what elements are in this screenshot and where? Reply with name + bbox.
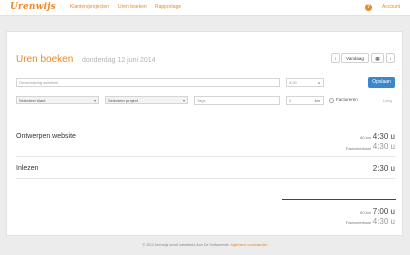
- km-input[interactable]: 0 km: [286, 96, 324, 105]
- entry-time: 4:30 u: [372, 132, 395, 141]
- description-input[interactable]: Omschrijving activiteit: [16, 78, 280, 87]
- total-invoice-label: Factureerbaar: [345, 220, 371, 225]
- divider: [16, 156, 396, 157]
- footer: © 2014 Urenwijs wordt ontwikkeld door De…: [0, 243, 410, 247]
- km-value: 0: [289, 98, 292, 103]
- tags-placeholder: Tags: [197, 98, 206, 103]
- nav-book-hours[interactable]: Uren boeken: [118, 4, 147, 10]
- logo[interactable]: Urenwijs: [10, 2, 56, 12]
- nav-clients-projects[interactable]: Klanten/projecten: [70, 4, 109, 10]
- project-select-value: Selecteer project: [108, 98, 139, 103]
- calendar-icon[interactable]: ▦: [371, 53, 384, 63]
- clear-link[interactable]: Leeg: [383, 98, 392, 103]
- total-time: 7:00 u: [372, 207, 395, 216]
- entry-title[interactable]: Inlezen: [16, 165, 39, 172]
- page-title: Uren boeken: [16, 54, 74, 65]
- time-unit: u: [317, 80, 320, 85]
- tags-input[interactable]: Tags: [194, 96, 280, 105]
- total-invoice-time: 4:30 u: [372, 217, 395, 226]
- page-date: donderdag 12 juni 2014: [82, 57, 156, 64]
- total-km: 60 km: [360, 210, 371, 215]
- km-unit: km: [314, 98, 320, 103]
- invoice-checkbox[interactable]: [329, 98, 334, 103]
- entry-invoice-time: 4:30 u: [372, 142, 395, 151]
- help-icon[interactable]: ?: [365, 4, 372, 11]
- totals-divider: [282, 199, 396, 200]
- footer-text: © 2014 Urenwijs wordt ontwikkeld door De…: [142, 243, 230, 247]
- main-card: Uren boeken donderdag 12 juni 2014 ‹ Van…: [6, 31, 403, 236]
- description-placeholder: Omschrijving activiteit: [19, 80, 58, 85]
- entry-time: 2:30 u: [372, 164, 395, 173]
- top-navbar: Urenwijs Klanten/projecten Uren boeken R…: [0, 0, 410, 16]
- chevron-down-icon: ▾: [182, 98, 185, 103]
- time-value: 0:00: [289, 80, 297, 85]
- today-button[interactable]: Vandaag: [341, 53, 369, 63]
- chevron-down-icon: ▾: [93, 98, 96, 103]
- entry-invoice-label: Factureerbaar: [345, 146, 371, 151]
- next-day-button[interactable]: ›: [386, 53, 395, 63]
- account-link[interactable]: Account: [382, 4, 400, 10]
- time-input[interactable]: 0:00 u: [286, 78, 324, 87]
- client-select[interactable]: Selecteer klant ▾: [16, 96, 99, 104]
- nav-reports[interactable]: Rapportage: [155, 4, 181, 10]
- project-select[interactable]: Selecteer project ▾: [105, 96, 188, 104]
- entry-km: 60 km: [360, 135, 371, 140]
- invoice-label: Factureren: [336, 97, 358, 102]
- previous-day-button[interactable]: ‹: [331, 53, 340, 63]
- terms-link[interactable]: Algemene voorwaarden: [231, 243, 268, 247]
- divider: [16, 178, 396, 179]
- client-select-value: Selecteer klant: [19, 98, 46, 103]
- save-button[interactable]: Opslaan: [368, 77, 395, 88]
- entry-title[interactable]: Ontwerpen website: [16, 133, 76, 140]
